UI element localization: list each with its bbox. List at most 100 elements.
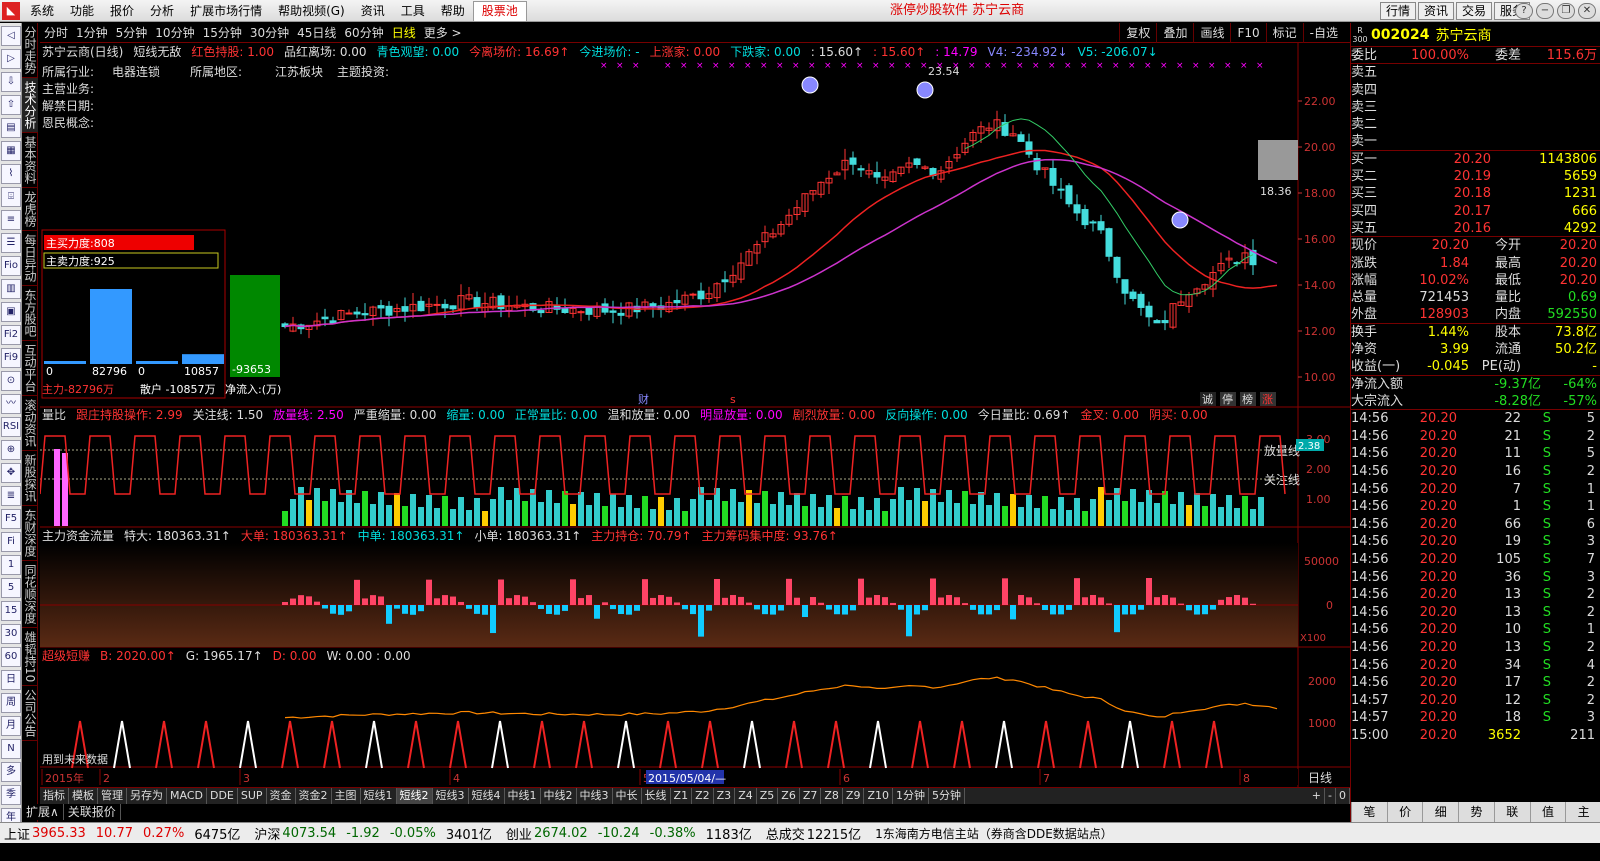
indicator-tab-13[interactable]: 短线4 <box>469 788 505 804</box>
quote-tab-3[interactable]: 势 <box>1458 802 1494 822</box>
period-tab-7[interactable]: 60分钟 <box>340 24 387 41</box>
indicator-tab-20[interactable]: Z2 <box>692 788 714 804</box>
quote-tab-5[interactable]: 值 <box>1529 802 1566 822</box>
extension-tab-0[interactable]: 扩展∧ <box>22 804 64 820</box>
menu-item-1[interactable]: 功能 <box>62 0 102 22</box>
indicator-tab-5[interactable]: DDE <box>207 788 238 804</box>
period-tab-4[interactable]: 15分钟 <box>199 24 246 41</box>
tool-icon-8[interactable]: ≡ <box>1 210 21 230</box>
period-tab-2[interactable]: 5分钟 <box>112 24 152 41</box>
close-icon[interactable]: ✕ <box>1578 3 1596 19</box>
period-tab-0[interactable]: 分时 <box>40 24 72 41</box>
chart-tool-1[interactable]: 叠加 <box>1156 23 1193 43</box>
left-tab-10[interactable]: 同花顺深度 <box>22 561 38 628</box>
left-tab-9[interactable]: 东财深度 <box>22 506 38 561</box>
quote-tab-0[interactable]: 笔 <box>1351 802 1387 822</box>
tool-icon-22[interactable]: Fi <box>1 532 21 552</box>
left-tab-0[interactable]: 分时走势 <box>22 23 38 78</box>
indicator-tab-1[interactable]: 模板 <box>69 788 98 804</box>
indicator-tab-3[interactable]: 另存为 <box>127 788 167 804</box>
quote-tab-1[interactable]: 价 <box>1386 802 1423 822</box>
tool-icon-24[interactable]: 5 <box>1 578 21 598</box>
tool-icon-6[interactable]: ⌇ <box>1 164 21 184</box>
indicator-tab-11[interactable]: 短线2 <box>396 788 433 804</box>
chart-tool-4[interactable]: 标记 <box>1265 23 1303 43</box>
tool-icon-3[interactable]: ⇧ <box>1 95 21 115</box>
tool-icon-25[interactable]: 15 <box>1 601 21 621</box>
tool-icon-27[interactable]: 60 <box>1 647 21 667</box>
left-tab-3[interactable]: 龙虎榜 <box>22 188 38 231</box>
menu-item-8[interactable]: 帮助 <box>433 0 473 22</box>
tool-icon-12[interactable]: ▣ <box>1 302 21 322</box>
tool-icon-14[interactable]: Fi9 <box>1 348 21 368</box>
period-tab-3[interactable]: 10分钟 <box>151 24 198 41</box>
tool-icon-11[interactable]: ▥ <box>1 279 21 299</box>
tool-icon-1[interactable]: ▷ <box>1 49 21 69</box>
restore-icon[interactable]: ❐ <box>1557 3 1575 19</box>
chart-tool-2[interactable]: 画线 <box>1193 23 1230 43</box>
indicator-tab-17[interactable]: 中长 <box>613 788 642 804</box>
indicator-tab-25[interactable]: Z7 <box>800 788 822 804</box>
left-tab-11[interactable]: 雄韬持10 <box>22 628 38 687</box>
indicator-tab-28[interactable]: Z10 <box>864 788 894 804</box>
menu-item-4[interactable]: 扩展市场行情 <box>182 0 270 22</box>
indicator-tab-2[interactable]: 管理 <box>98 788 127 804</box>
top-button-2[interactable]: 交易 <box>1455 2 1492 20</box>
chart-tool-3[interactable]: F10 <box>1230 23 1265 43</box>
tool-icon-19[interactable]: ✥ <box>1 463 21 483</box>
indicator-tab-0[interactable]: 指标 <box>40 788 69 804</box>
indicator-tab-8[interactable]: 资金2 <box>296 788 332 804</box>
indicator-tab-22[interactable]: Z4 <box>735 788 757 804</box>
menu-item-stock-pool[interactable]: 股票池 <box>472 1 527 22</box>
left-tab-12[interactable]: 公司公告 <box>22 686 38 742</box>
indicator-tab-6[interactable]: SUP <box>238 788 267 804</box>
menu-item-6[interactable]: 资讯 <box>353 0 393 22</box>
quote-tab-2[interactable]: 细 <box>1422 802 1458 822</box>
quote-tab-4[interactable]: 联 <box>1493 802 1530 822</box>
left-tab-1[interactable]: 技术分析 <box>22 78 38 133</box>
indicator-tab-10[interactable]: 短线1 <box>361 788 397 804</box>
extension-tab-1[interactable]: 关联报价 <box>64 804 121 820</box>
tool-icon-18[interactable]: ⊕ <box>1 440 21 460</box>
indicator-tab-18[interactable]: 长线 <box>642 788 671 804</box>
tool-icon-17[interactable]: RSI <box>1 417 21 437</box>
tool-icon-28[interactable]: 日 <box>1 670 21 690</box>
indicator-tab-7[interactable]: 资金 <box>267 788 296 804</box>
tool-icon-29[interactable]: 周 <box>1 693 21 713</box>
left-tab-2[interactable]: 基本资料 <box>22 133 38 188</box>
tool-icon-5[interactable]: ▦ <box>1 141 21 161</box>
indicator-tab-27[interactable]: Z9 <box>843 788 865 804</box>
period-tab-5[interactable]: 30分钟 <box>246 24 293 41</box>
menu-item-7[interactable]: 工具 <box>393 0 433 22</box>
indicator-tab-19[interactable]: Z1 <box>671 788 693 804</box>
tool-icon-32[interactable]: 多 <box>1 762 21 782</box>
menu-item-2[interactable]: 报价 <box>102 0 142 22</box>
indicator-tab-26[interactable]: Z8 <box>821 788 843 804</box>
tool-icon-26[interactable]: 30 <box>1 624 21 644</box>
indicator-tab-4[interactable]: MACD <box>167 788 207 804</box>
tool-icon-9[interactable]: ☰ <box>1 233 21 253</box>
period-tab-8[interactable]: 日线 <box>388 24 420 41</box>
left-tab-7[interactable]: 滚动资讯 <box>22 396 38 451</box>
indicator-tab-15[interactable]: 中线2 <box>541 788 577 804</box>
period-tab-9[interactable]: 更多 > <box>420 24 466 41</box>
tool-icon-15[interactable]: ⊙ <box>1 371 21 391</box>
menu-item-5[interactable]: 帮助视频(G) <box>270 0 353 22</box>
tool-icon-2[interactable]: ⇩ <box>1 72 21 92</box>
period-tab-1[interactable]: 1分钟 <box>72 24 112 41</box>
tool-icon-21[interactable]: F5 <box>1 509 21 529</box>
tool-icon-30[interactable]: 月 <box>1 716 21 736</box>
tool-icon-16[interactable]: 〰 <box>1 394 21 414</box>
indicator-tab-30[interactable]: 5分钟 <box>929 788 966 804</box>
tool-icon-7[interactable]: ⌹ <box>1 187 21 207</box>
left-tab-6[interactable]: 互动平台 <box>22 341 38 396</box>
tool-icon-13[interactable]: Fi2 <box>1 325 21 345</box>
quote-tab-6[interactable]: 主 <box>1565 802 1600 822</box>
tool-icon-33[interactable]: 季 <box>1 785 21 805</box>
indicator-tab-23[interactable]: Z5 <box>757 788 779 804</box>
indicator-tab-24[interactable]: Z6 <box>778 788 800 804</box>
help-icon[interactable]: ? <box>1515 3 1533 19</box>
menu-item-3[interactable]: 分析 <box>142 0 182 22</box>
left-tab-8[interactable]: 新股探讯 <box>22 451 38 506</box>
indicator-tab-16[interactable]: 中线3 <box>577 788 613 804</box>
